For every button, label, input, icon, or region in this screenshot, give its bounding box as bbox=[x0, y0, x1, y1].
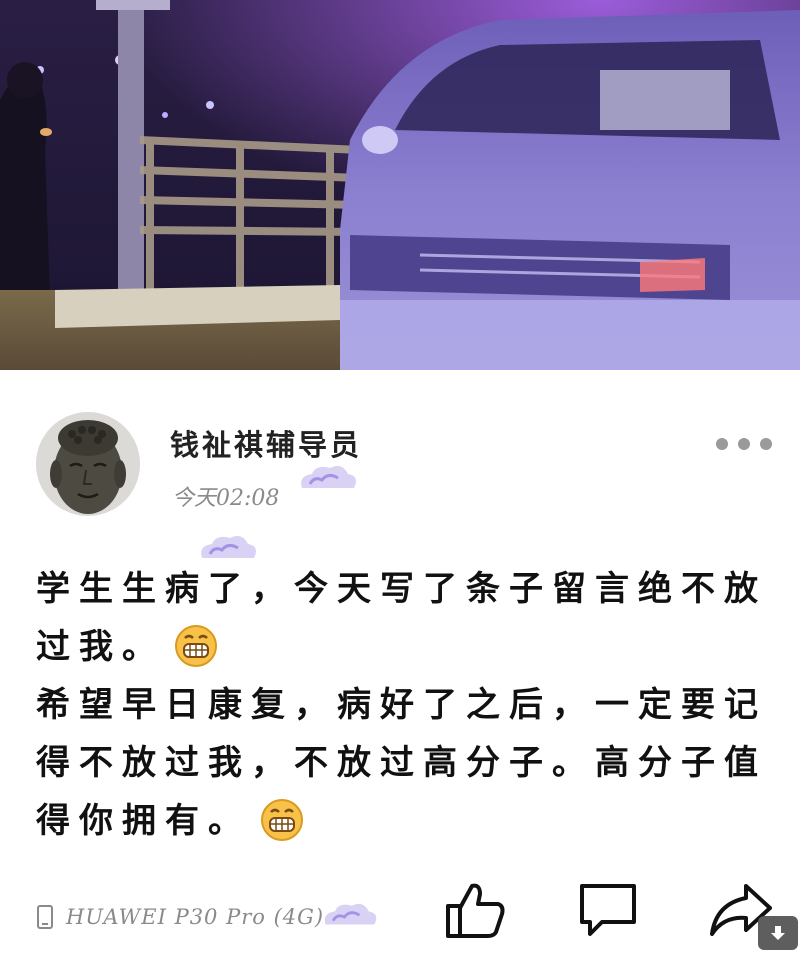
post-paragraph-1: 学生生病了，今天写了条子留言绝不放过我。 bbox=[36, 560, 776, 676]
post-card: 钱祉祺辅导员 今天02:08 学生生病了，今天写了条子留言绝不放过我。 希望早日… bbox=[0, 370, 800, 958]
cloud-decoration-icon bbox=[301, 466, 356, 488]
cloud-decoration-icon bbox=[324, 903, 377, 925]
post-paragraph-2: 希望早日康复，病好了之后，一定要记得不放过我，不放过高分子。高分子值得你拥有。 bbox=[36, 676, 776, 850]
post-timestamp: 今天02:08 bbox=[172, 486, 280, 511]
more-dot bbox=[738, 438, 750, 450]
phone-icon bbox=[37, 905, 53, 929]
buddha-avatar-image bbox=[36, 412, 140, 516]
more-options-button[interactable] bbox=[716, 436, 772, 452]
post-content: 学生生病了，今天写了条子留言绝不放过我。 希望早日康复，病好了之后，一定要记得不… bbox=[36, 560, 776, 850]
download-button[interactable] bbox=[758, 916, 798, 950]
post-text-1: 学生生病了，今天写了条子留言绝不放过我。 bbox=[36, 569, 767, 667]
grin-emoji-icon bbox=[261, 799, 303, 841]
thumbs-up-icon[interactable] bbox=[444, 880, 506, 940]
night-street-photo bbox=[0, 0, 800, 370]
comment-icon[interactable] bbox=[578, 880, 638, 938]
post-text-2: 希望早日康复，病好了之后，一定要记得不放过我，不放过高分子。高分子值得你拥有。 bbox=[36, 685, 767, 841]
grin-emoji-icon bbox=[175, 625, 217, 667]
more-dot bbox=[716, 438, 728, 450]
device-label: HUAWEI P30 Pro (4G) bbox=[66, 905, 325, 929]
post-photo[interactable] bbox=[0, 0, 800, 370]
username[interactable]: 钱祉祺辅导员 bbox=[170, 422, 362, 464]
download-arrow-icon bbox=[771, 926, 785, 940]
avatar[interactable] bbox=[36, 412, 140, 516]
device-info: HUAWEI P30 Pro (4G) bbox=[36, 900, 380, 934]
more-dot bbox=[760, 438, 772, 450]
